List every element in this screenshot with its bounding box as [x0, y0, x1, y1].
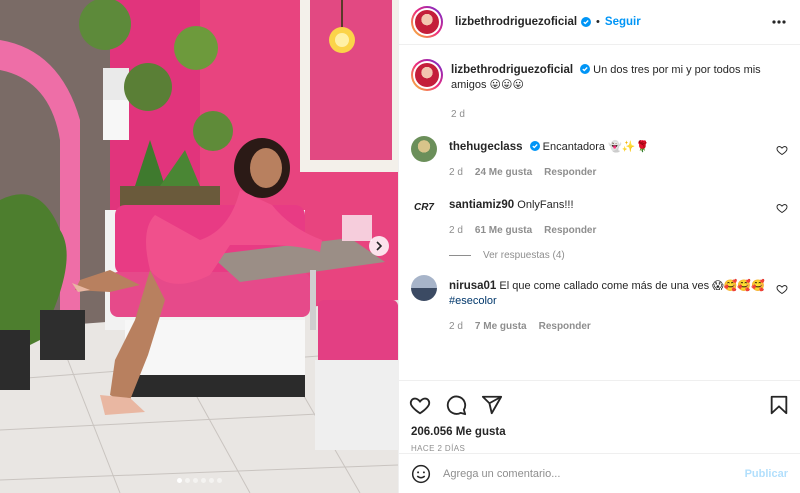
- chevron-right-icon: [376, 241, 383, 251]
- commenter-avatar[interactable]: [411, 136, 437, 162]
- caption-time: 2 d: [451, 109, 465, 120]
- comment-text: OnlyFans!!!: [517, 199, 574, 211]
- more-horizontal-icon: [772, 20, 786, 24]
- comment-time: 2 d: [449, 321, 463, 332]
- instagram-post-modal: lizbethrodriguezoficial • Seguir lizbeth…: [0, 0, 800, 493]
- comment-item: thehugeclass Encantadora 👻✨🌹 2 d 24 Me g…: [411, 136, 788, 180]
- heart-icon[interactable]: [409, 394, 431, 416]
- comment-time: 2 d: [449, 167, 463, 178]
- author-avatar[interactable]: [411, 6, 443, 38]
- publish-button[interactable]: Publicar: [745, 468, 788, 480]
- comment-username[interactable]: santiamiz90: [449, 199, 514, 211]
- comment-time: 2 d: [449, 225, 463, 236]
- heart-icon[interactable]: [776, 144, 788, 156]
- reply-button[interactable]: Responder: [544, 165, 596, 180]
- comment-input[interactable]: [443, 467, 745, 480]
- verified-badge-icon: [529, 141, 540, 151]
- comment-username[interactable]: thehugeclass: [449, 141, 523, 153]
- carousel-indicator: [0, 478, 398, 483]
- author-info: lizbethrodriguezoficial • Seguir: [455, 16, 641, 28]
- comment-likes[interactable]: 61 Me gusta: [475, 223, 532, 238]
- comment-likes[interactable]: 7 Me gusta: [475, 319, 527, 334]
- heart-icon[interactable]: [776, 202, 788, 214]
- carousel-dot: [192, 478, 198, 483]
- caption-username[interactable]: lizbethrodriguezoficial: [451, 64, 573, 76]
- more-options-button[interactable]: [770, 13, 788, 31]
- comment-item: nirusa01 El que come callado come más de…: [411, 275, 788, 334]
- author-username[interactable]: lizbethrodriguezoficial: [455, 16, 577, 28]
- view-replies-button[interactable]: Ver respuestas (4): [449, 250, 788, 261]
- reply-button[interactable]: Responder: [539, 319, 591, 334]
- comment-text: Encantadora 👻✨🌹: [542, 141, 650, 153]
- post-photo[interactable]: [0, 0, 398, 493]
- verified-badge-icon: [580, 64, 591, 74]
- post-header: lizbethrodriguezoficial • Seguir: [399, 0, 800, 45]
- carousel-dot: [184, 478, 190, 483]
- heart-icon[interactable]: [776, 283, 788, 295]
- separator: •: [596, 16, 600, 28]
- photo-scene: [0, 0, 398, 493]
- follow-button[interactable]: Seguir: [605, 16, 641, 28]
- carousel-dot: [216, 478, 222, 483]
- add-comment-bar: Publicar: [399, 453, 800, 493]
- post-actions-bar: [399, 380, 800, 428]
- comments-list[interactable]: lizbethrodriguezoficial Un dos tres por …: [399, 45, 800, 380]
- view-replies-label: Ver respuestas (4): [483, 250, 565, 261]
- verified-badge-icon: [581, 17, 592, 27]
- replies-line: [449, 255, 471, 256]
- post-side-panel: lizbethrodriguezoficial • Seguir lizbeth…: [398, 0, 800, 493]
- carousel-dot: [200, 478, 206, 483]
- caption-avatar[interactable]: [411, 59, 443, 91]
- comment-username[interactable]: nirusa01: [449, 280, 496, 292]
- post-date: HACE 2 DÍAS: [411, 444, 466, 453]
- commenter-avatar[interactable]: [411, 275, 437, 301]
- emoji-icon[interactable]: [411, 464, 431, 484]
- comment-likes[interactable]: 24 Me gusta: [475, 165, 532, 180]
- comment-icon[interactable]: [445, 394, 467, 416]
- share-icon[interactable]: [481, 394, 503, 416]
- bookmark-icon[interactable]: [768, 394, 790, 416]
- reply-button[interactable]: Responder: [544, 223, 596, 238]
- hashtag-link[interactable]: #esecolor: [449, 295, 497, 307]
- carousel-dot: [176, 478, 182, 483]
- commenter-avatar[interactable]: CR7: [411, 194, 437, 220]
- comment-item: CR7 santiamiz90 OnlyFans!!! 2 d 61 Me gu…: [411, 194, 788, 238]
- next-image-button[interactable]: [369, 236, 389, 256]
- comment-text: El que come callado come más de una ves …: [499, 280, 765, 292]
- post-caption: lizbethrodriguezoficial Un dos tres por …: [411, 59, 788, 122]
- likes-count[interactable]: 206.056 Me gusta: [399, 426, 800, 438]
- carousel-dot: [208, 478, 214, 483]
